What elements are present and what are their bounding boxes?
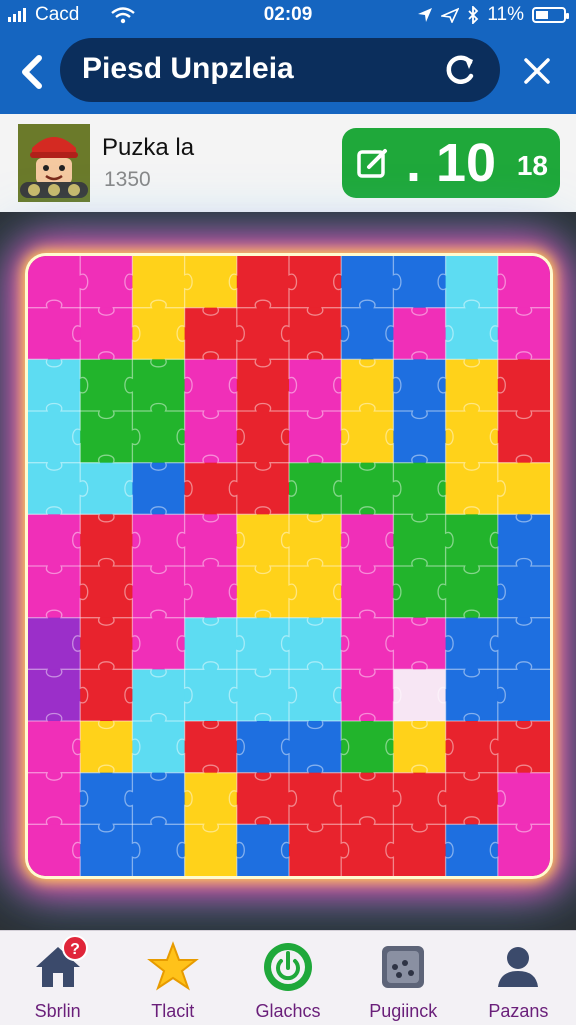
tab-favorites[interactable]: Tlacit xyxy=(115,931,230,1025)
status-bar: Cacd 02:09 11% xyxy=(0,0,576,30)
notification-badge: ? xyxy=(62,935,88,961)
back-button[interactable] xyxy=(14,52,50,92)
power-icon xyxy=(264,943,312,991)
refresh-icon xyxy=(446,55,474,84)
tab-games[interactable]: Pugiinck xyxy=(346,931,461,1025)
puzzle-area xyxy=(0,212,576,930)
page-title: Piesd Unpzleia xyxy=(82,52,294,85)
score-suffix: 18 xyxy=(516,150,548,181)
close-button[interactable] xyxy=(520,54,554,88)
tab-home[interactable]: ? Sbrlin xyxy=(0,931,115,1025)
tab-profile[interactable]: Pazans xyxy=(461,931,576,1025)
airplane-icon xyxy=(441,7,460,23)
player-name: Puzka la xyxy=(102,134,195,161)
tab-label: Tlacit xyxy=(151,1001,195,1021)
edit-icon xyxy=(357,149,387,178)
person-icon xyxy=(498,947,539,987)
avatar[interactable] xyxy=(18,124,90,202)
status-right: 11% xyxy=(417,4,569,26)
chevron-left-icon xyxy=(22,55,42,89)
battery-icon xyxy=(532,7,569,23)
location-icon xyxy=(418,8,433,22)
tab-label: Sbrlin xyxy=(34,1001,81,1021)
bluetooth-icon xyxy=(468,6,479,24)
battery-percent: 11% xyxy=(487,4,524,25)
tab-label: Glachcs xyxy=(255,1001,321,1021)
header-bar: Piesd Unpzleia xyxy=(0,30,576,114)
puzzle-canvas[interactable] xyxy=(28,256,550,876)
refresh-button[interactable] xyxy=(440,50,480,90)
player-bar: Puzka la 1350 . 10 18 xyxy=(0,114,576,213)
score-value: . 10 xyxy=(406,133,497,193)
star-icon xyxy=(146,941,199,991)
dice-icon xyxy=(382,946,425,988)
tab-power[interactable]: Glachcs xyxy=(230,931,345,1025)
puzzle-board[interactable] xyxy=(28,256,550,876)
bottom-nav: ? Sbrlin Tlacit Glachcs Pugiinck Pazans xyxy=(0,930,576,1025)
title-bar: Piesd Unpzleia xyxy=(60,38,500,102)
tab-label: Pugiinck xyxy=(369,1001,438,1021)
close-icon xyxy=(524,58,550,84)
player-score: 1350 xyxy=(104,168,151,191)
score-button[interactable]: . 10 18 xyxy=(342,128,560,198)
player-avatar-icon xyxy=(18,124,90,202)
tab-label: Pazans xyxy=(488,1001,549,1021)
